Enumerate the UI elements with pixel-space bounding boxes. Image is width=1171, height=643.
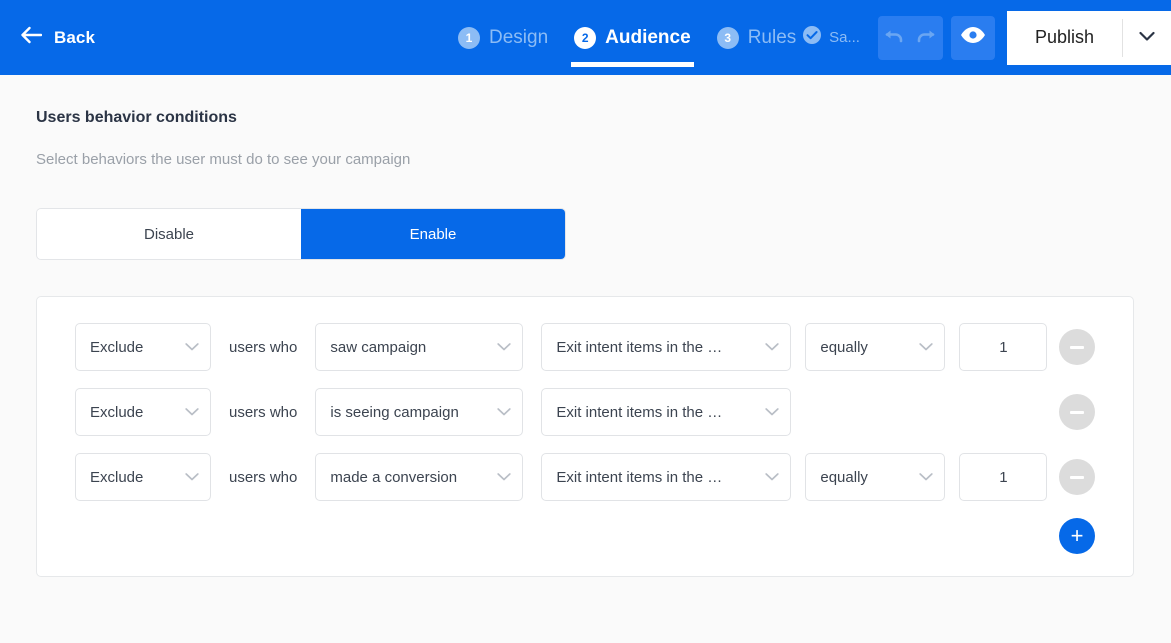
add-condition-button[interactable]: +	[1059, 518, 1095, 554]
eye-icon	[960, 26, 986, 49]
action-select-1-value: Exclude	[90, 338, 144, 356]
target-select-2-value: Exit intent items in the …	[556, 403, 723, 421]
event-select-1-value: saw campaign	[330, 338, 427, 356]
step-badge-3: 3	[716, 26, 739, 49]
users-who-label-1: users who	[229, 338, 298, 356]
step-nav: 1 Design 2 Audience 3 Rules	[452, 0, 802, 75]
action-select-2-value: Exclude	[90, 403, 144, 421]
publish-button[interactable]: Publish	[1007, 11, 1122, 65]
back-label: Back	[54, 27, 96, 47]
conditions-panel: Exclude users who saw campaign Exit inte…	[36, 296, 1134, 577]
chevron-down-icon	[919, 469, 934, 486]
comparator-select-3[interactable]: equally	[805, 453, 946, 501]
users-who-label-2: users who	[229, 403, 298, 421]
minus-circle-icon	[1070, 475, 1084, 479]
chevron-down-icon	[919, 339, 934, 356]
step-label-design: Design	[489, 26, 549, 48]
app-header: Back 1 Design 2 Audience 3 Rules Sa... P…	[0, 0, 1171, 75]
redo-arrow-icon	[915, 25, 937, 50]
chevron-down-icon	[185, 469, 199, 486]
event-select-3-value: made a conversion	[330, 468, 458, 486]
action-select-3[interactable]: Exclude	[75, 453, 211, 501]
undo-button[interactable]	[880, 18, 908, 58]
remove-condition-button-1[interactable]	[1059, 329, 1095, 365]
remove-condition-button-3[interactable]	[1059, 459, 1095, 495]
condition-row: Exclude users who saw campaign Exit inte…	[57, 323, 1113, 371]
step-design[interactable]: 1 Design	[452, 0, 554, 75]
target-select-2[interactable]: Exit intent items in the …	[541, 388, 792, 436]
step-audience[interactable]: 2 Audience	[568, 0, 697, 75]
page-title: Users behavior conditions	[36, 109, 237, 126]
back-button[interactable]: Back	[20, 0, 95, 75]
redo-button[interactable]	[912, 18, 940, 58]
preview-button[interactable]	[950, 15, 995, 60]
undo-redo-group	[877, 15, 943, 60]
action-select-2[interactable]: Exclude	[75, 388, 211, 436]
step-rules[interactable]: 3 Rules	[711, 0, 803, 75]
page-subtitle: Select behaviors the user must do to see…	[36, 151, 411, 168]
step-label-audience: Audience	[605, 26, 691, 48]
event-select-2[interactable]: is seeing campaign	[315, 388, 524, 436]
chevron-down-icon	[185, 339, 199, 356]
chevron-down-icon	[765, 339, 780, 356]
condition-row: Exclude users who made a conversion Exit…	[57, 453, 1113, 501]
event-select-3[interactable]: made a conversion	[315, 453, 524, 501]
target-select-1[interactable]: Exit intent items in the …	[541, 323, 792, 371]
chevron-down-icon	[497, 404, 512, 421]
disable-button[interactable]: Disable	[37, 209, 301, 259]
event-select-2-value: is seeing campaign	[330, 403, 459, 421]
chevron-down-icon	[1139, 29, 1155, 47]
chevron-down-icon	[765, 469, 780, 486]
target-select-1-value: Exit intent items in the …	[556, 338, 723, 356]
value-input-3[interactable]: 1	[959, 453, 1048, 501]
enable-toggle-group: Disable Enable	[36, 208, 566, 260]
step-badge-2: 2	[574, 26, 597, 49]
step-label-rules: Rules	[747, 26, 797, 48]
header-actions: Sa... Publish	[802, 0, 1171, 75]
target-select-3-value: Exit intent items in the …	[556, 468, 723, 486]
minus-circle-icon	[1070, 345, 1084, 349]
action-select-3-value: Exclude	[90, 468, 144, 486]
comparator-select-1-value: equally	[820, 338, 868, 356]
publish-dropdown-button[interactable]	[1123, 11, 1171, 65]
chevron-down-icon	[497, 339, 512, 356]
undo-arrow-icon	[883, 25, 905, 50]
users-who-label-3: users who	[229, 468, 298, 486]
chevron-down-icon	[497, 469, 512, 486]
value-input-1[interactable]: 1	[959, 323, 1048, 371]
arrow-left-icon	[20, 26, 43, 49]
chevron-down-icon	[185, 404, 199, 421]
condition-row: Exclude users who is seeing campaign Exi…	[57, 388, 1113, 436]
action-select-1[interactable]: Exclude	[75, 323, 211, 371]
add-condition-row: +	[57, 518, 1113, 554]
publish-group: Publish	[1006, 10, 1171, 65]
event-select-1[interactable]: saw campaign	[315, 323, 524, 371]
save-status-label: Sa...	[829, 29, 860, 46]
enable-button[interactable]: Enable	[301, 209, 565, 259]
comparator-select-3-value: equally	[820, 468, 868, 486]
minus-circle-icon	[1070, 410, 1084, 414]
remove-condition-button-2[interactable]	[1059, 394, 1095, 430]
step-badge-1: 1	[458, 26, 480, 49]
save-status: Sa...	[802, 25, 860, 50]
main-content: Users behavior conditions Select behavio…	[0, 75, 1171, 577]
chevron-down-icon	[765, 404, 780, 421]
comparator-select-1[interactable]: equally	[805, 323, 946, 371]
target-select-3[interactable]: Exit intent items in the …	[541, 453, 792, 501]
check-circle-icon	[802, 25, 822, 50]
